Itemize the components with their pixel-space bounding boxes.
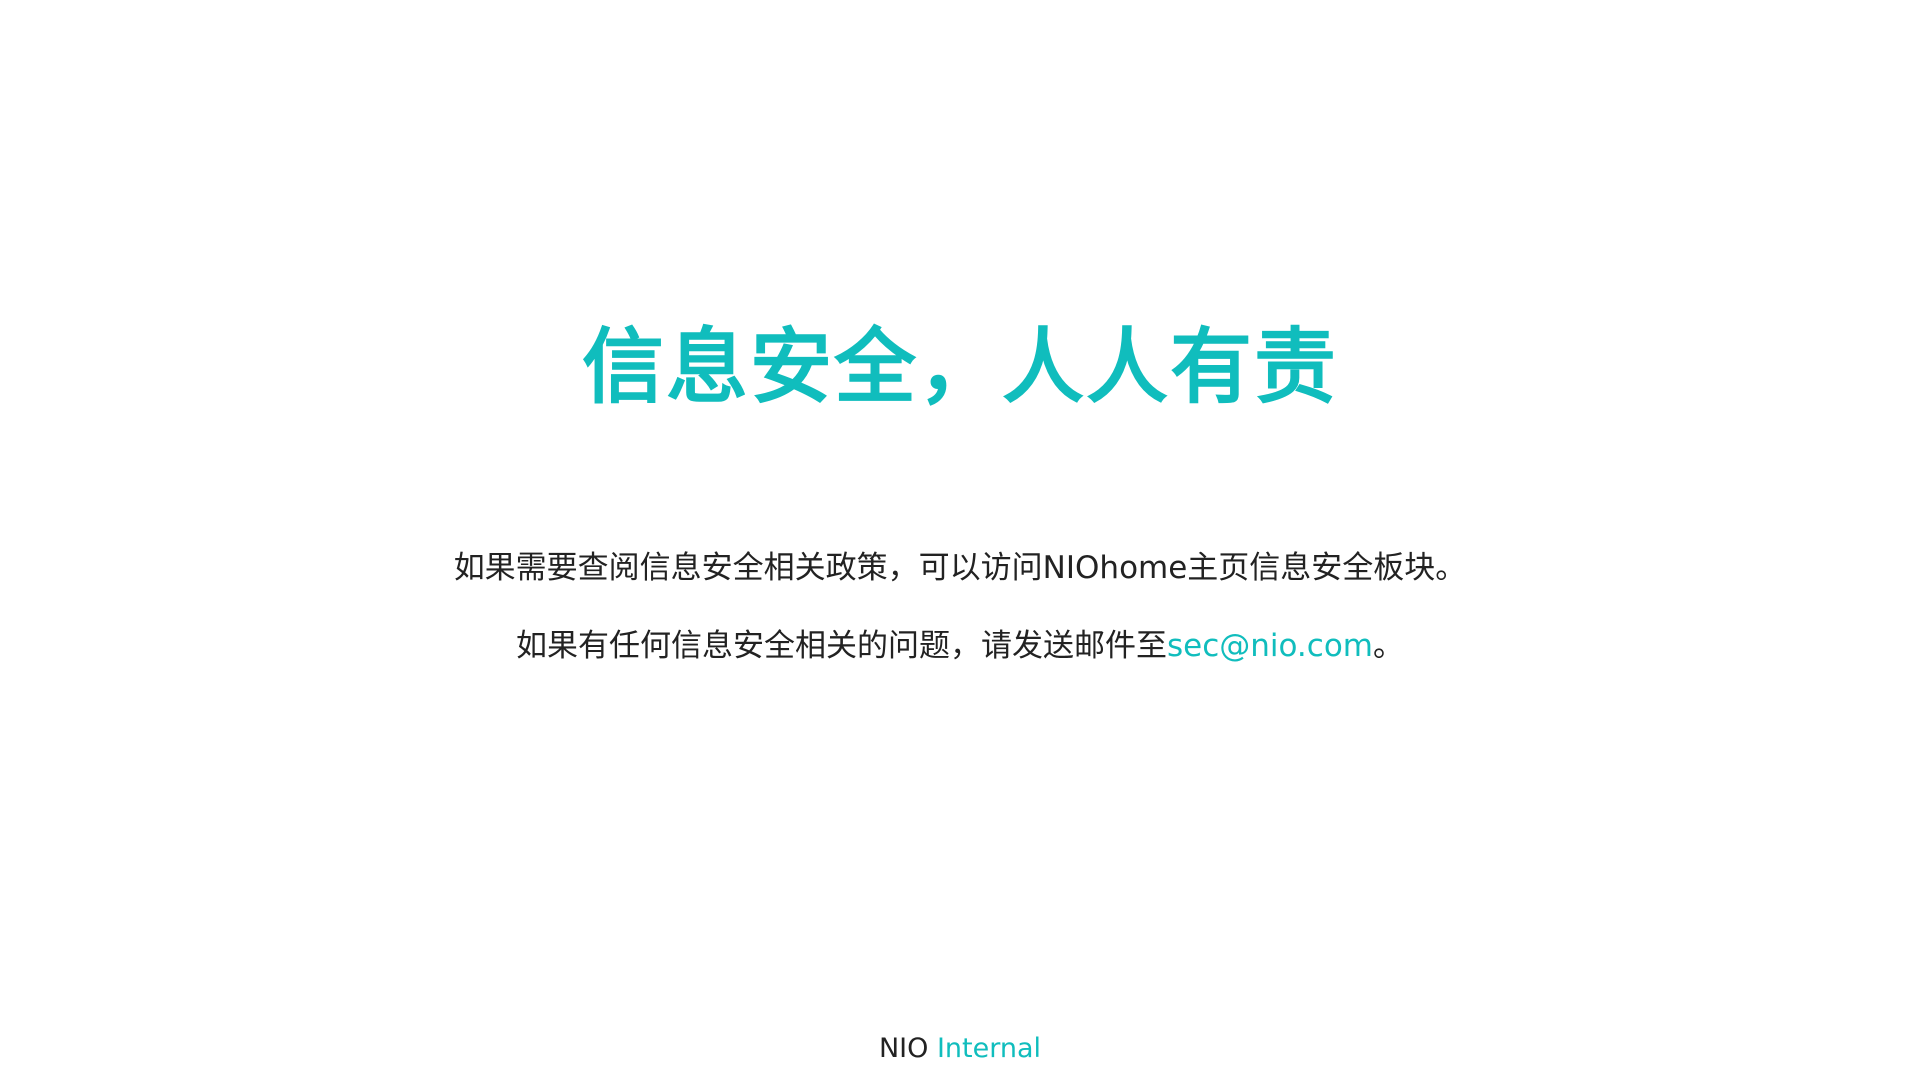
security-email-link[interactable]: sec@nio.com [1167, 628, 1373, 664]
footer-label: NIO Internal [0, 1032, 1920, 1066]
contact-note-suffix: 。 [1373, 628, 1404, 664]
slide-title: 信息安全，人人有责 [581, 320, 1338, 415]
contact-note-prefix: 如果有任何信息安全相关的问题，请发送邮件至 [515, 628, 1167, 664]
slide: 信息安全，人人有责 如果需要查阅信息安全相关政策，可以访问NIOhome主页信息… [0, 0, 1920, 1080]
footer-classification: Internal [936, 1033, 1042, 1064]
policy-note: 如果需要查阅信息安全相关政策，可以访问NIOhome主页信息安全板块。 [453, 550, 1467, 586]
contact-note: 如果有任何信息安全相关的问题，请发送邮件至sec@nio.com。 [0, 626, 1920, 666]
footer-brand: NIO [878, 1033, 929, 1064]
